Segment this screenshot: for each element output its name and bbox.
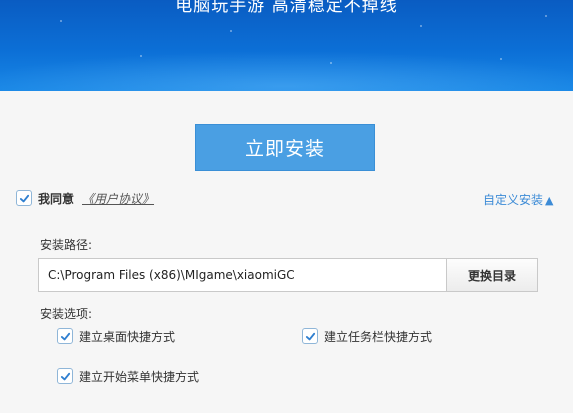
user-agreement-link[interactable]: 《用户协议》 bbox=[82, 190, 154, 207]
change-directory-button[interactable]: 更换目录 bbox=[446, 258, 538, 292]
checkmark-icon bbox=[60, 332, 70, 340]
install-options-label: 安装选项: bbox=[40, 307, 93, 321]
desktop-shortcut-label: 建立桌面快捷方式 bbox=[79, 330, 176, 344]
custom-install-label: 自定义安装 bbox=[483, 193, 544, 207]
banner-glow bbox=[0, 51, 573, 91]
header-banner: 电脑玩手游 高清稳定不掉线 bbox=[0, 0, 573, 91]
install-path-input[interactable]: C:\Program Files (x86)\MIgame\xiaomiGC bbox=[38, 258, 446, 292]
checkmark-icon bbox=[19, 194, 29, 202]
taskbar-shortcut-checkbox[interactable] bbox=[302, 328, 318, 344]
checkmark-icon bbox=[60, 372, 70, 380]
taskbar-shortcut-label: 建立任务栏快捷方式 bbox=[324, 330, 433, 344]
checkmark-icon bbox=[305, 332, 315, 340]
desktop-shortcut-checkbox[interactable] bbox=[57, 328, 73, 344]
install-now-button[interactable]: 立即安装 bbox=[195, 124, 375, 171]
start-menu-shortcut-label: 建立开始菜单快捷方式 bbox=[79, 370, 200, 384]
install-path-label: 安装路径: bbox=[40, 238, 93, 252]
agree-label: 我同意 bbox=[38, 192, 75, 206]
custom-install-toggle[interactable]: 自定义安装 ▲ bbox=[483, 191, 553, 208]
banner-title: 电脑玩手游 高清稳定不掉线 bbox=[175, 0, 398, 16]
triangle-up-icon: ▲ bbox=[545, 194, 554, 207]
agree-checkbox[interactable] bbox=[16, 190, 32, 206]
start-menu-shortcut-checkbox[interactable] bbox=[57, 368, 73, 384]
